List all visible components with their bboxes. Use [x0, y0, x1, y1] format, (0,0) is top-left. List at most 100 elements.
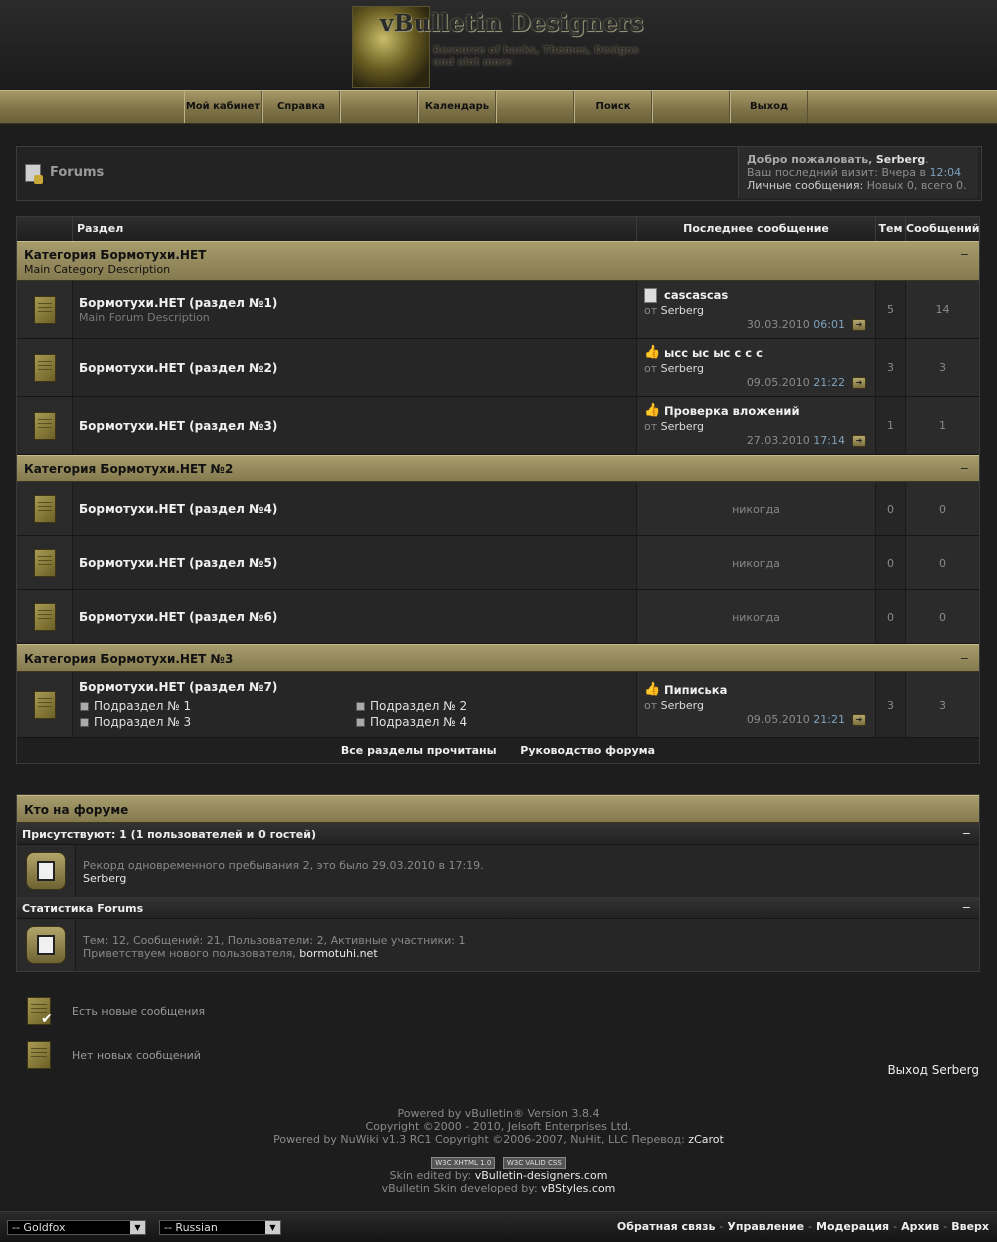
- admin-link[interactable]: Управление: [727, 1220, 804, 1233]
- subforum-link[interactable]: Подраздел № 4: [356, 715, 467, 729]
- post-count: 3: [939, 699, 946, 712]
- forum-status-icon: [34, 354, 56, 382]
- forum-title[interactable]: Бормотухи.НЕТ (раздел №4): [79, 502, 277, 516]
- category-header: Категория Бормотухи.НЕТ №3 −: [17, 644, 979, 672]
- online-user[interactable]: Serberg: [83, 872, 126, 885]
- nav-logout[interactable]: Выход: [730, 91, 808, 123]
- collapse-button[interactable]: −: [960, 248, 969, 261]
- header-threads: Тем: [876, 217, 906, 241]
- nav-my-account[interactable]: Мой кабинет: [184, 91, 262, 123]
- last-post-title[interactable]: ысс ыс ыс с с с: [664, 346, 763, 360]
- welcome-username[interactable]: Serberg: [876, 153, 925, 166]
- xhtml-badge[interactable]: W3C XHTML 1.0: [431, 1157, 496, 1169]
- forum-title[interactable]: Бормотухи.НЕТ (раздел №3): [79, 419, 277, 433]
- logout-link[interactable]: Выход Serberg: [887, 1063, 979, 1077]
- last-post-by-label: от: [644, 362, 658, 375]
- last-post-author[interactable]: Serberg: [661, 304, 704, 317]
- skin-edited: Skin edited by: vBulletin-designers.com: [389, 1169, 608, 1182]
- last-post-title[interactable]: Проверка вложений: [664, 404, 800, 418]
- nav-empty-1[interactable]: [340, 91, 418, 123]
- newest-user-label: Приветствуем нового пользователя,: [83, 947, 296, 960]
- category-description: Main Category Description: [24, 263, 171, 276]
- forum-title[interactable]: Бормотухи.НЕТ (раздел №7): [79, 680, 277, 694]
- go-to-last-post-icon[interactable]: ➜: [852, 714, 866, 726]
- forum-title[interactable]: Бормотухи.НЕТ (раздел №2): [79, 361, 277, 375]
- forum-row: Бормотухи.НЕТ (раздел №6) никогда 0 0: [17, 590, 979, 644]
- logo-title[interactable]: vBulletin Designers: [380, 10, 644, 37]
- collapse-button[interactable]: −: [962, 901, 971, 914]
- subforum-link[interactable]: Подраздел № 3: [80, 715, 191, 729]
- validation-badges: W3C XHTML 1.0 W3C VALID CSS: [0, 1155, 997, 1169]
- forum-row: Бормотухи.НЕТ (раздел №2) 👍 ысс ыс ыс с …: [17, 339, 979, 397]
- last-post-title[interactable]: cascascas: [664, 288, 728, 302]
- nav-calendar[interactable]: Календарь: [418, 91, 496, 123]
- forum-guidelines-link[interactable]: Руководство форума: [520, 744, 655, 757]
- thread-count: 3: [887, 699, 894, 712]
- nav-search[interactable]: Поиск: [574, 91, 652, 123]
- go-to-last-post-icon[interactable]: ➜: [852, 377, 866, 389]
- bottom-bar: -- Goldfox ▼ -- Russian ▼ Обратная связь - У…: [0, 1211, 997, 1242]
- last-post-never: никогда: [732, 611, 780, 624]
- last-visit-time: 12:04: [929, 166, 962, 179]
- last-post-title[interactable]: Пиписька: [664, 683, 727, 697]
- go-to-last-post-icon[interactable]: ➜: [852, 435, 866, 447]
- subforum-link[interactable]: Подраздел № 2: [356, 699, 467, 713]
- top-link[interactable]: Вверх: [951, 1220, 989, 1233]
- collapse-button[interactable]: −: [960, 652, 969, 665]
- last-visit-label: Ваш последний визит: Вчера в: [747, 166, 926, 179]
- last-post-author[interactable]: Serberg: [661, 420, 704, 433]
- stats-row: Тем: 12, Сообщений: 21, Пользователи: 2,…: [17, 919, 979, 971]
- collapse-button[interactable]: −: [962, 827, 971, 840]
- header-forum: Раздел: [73, 217, 637, 241]
- forum-row: Бормотухи.НЕТ (раздел №5) никогда 0 0: [17, 536, 979, 590]
- page-title[interactable]: Forums: [50, 165, 104, 180]
- forum-home-icon[interactable]: [25, 164, 43, 184]
- thread-count: 3: [887, 361, 894, 374]
- css-badge[interactable]: W3C VALID CSS: [502, 1157, 566, 1169]
- go-to-last-post-icon[interactable]: ➜: [852, 319, 866, 331]
- forum-title[interactable]: Бормотухи.НЕТ (раздел №1): [79, 296, 277, 310]
- category-title[interactable]: Категория Бормотухи.НЕТ: [24, 248, 206, 262]
- whos-online-title[interactable]: Кто на форуме: [24, 803, 128, 817]
- no-new-posts-icon: [27, 1041, 51, 1069]
- last-post-date: 27.03.2010: [746, 434, 810, 447]
- thumbs-up-icon: 👍: [644, 682, 661, 697]
- category-title[interactable]: Категория Бормотухи.НЕТ №2: [24, 462, 233, 476]
- chevron-down-icon: ▼: [130, 1221, 145, 1234]
- moderation-link[interactable]: Модерация: [816, 1220, 889, 1233]
- subforum-link[interactable]: Подраздел № 1: [80, 699, 191, 713]
- subforum-icon: [80, 702, 89, 711]
- mark-all-read-link[interactable]: Все разделы прочитаны: [341, 744, 497, 757]
- online-present-text[interactable]: Присутствуют: 1 (1 пользователей и 0 гос…: [22, 828, 316, 841]
- last-post-author[interactable]: Serberg: [661, 699, 704, 712]
- post-count: 0: [939, 503, 946, 516]
- last-post-author[interactable]: Serberg: [661, 362, 704, 375]
- language-select[interactable]: -- Russian ▼: [159, 1220, 281, 1235]
- contact-us-link[interactable]: Обратная связь: [617, 1220, 716, 1233]
- category-title[interactable]: Категория Бормотухи.НЕТ №3: [24, 652, 233, 666]
- nav-empty-2[interactable]: [496, 91, 574, 123]
- skin-dev-link[interactable]: vBStyles.com: [541, 1182, 615, 1195]
- newest-user-link[interactable]: bormotuhi.net: [299, 947, 377, 960]
- archive-link[interactable]: Архив: [901, 1220, 939, 1233]
- translator-link[interactable]: zCarot: [688, 1133, 724, 1146]
- style-select[interactable]: -- Goldfox ▼: [7, 1220, 146, 1235]
- whos-online-header: Кто на форуме: [17, 795, 979, 823]
- pm-link[interactable]: Личные сообщения:: [747, 179, 863, 192]
- thread-count: 5: [887, 303, 894, 316]
- nav-help[interactable]: Справка: [262, 91, 340, 123]
- forum-title[interactable]: Бормотухи.НЕТ (раздел №5): [79, 556, 277, 570]
- copyright: Copyright ©2000 - 2010, Jelsoft Enterpri…: [365, 1120, 632, 1133]
- forum-row: Бормотухи.НЕТ (раздел №3) 👍 Проверка вло…: [17, 397, 979, 455]
- collapse-button[interactable]: −: [960, 462, 969, 475]
- forum-table: Раздел Последнее сообщение Тем Сообщений…: [16, 216, 980, 764]
- whos-online-panel: Кто на форуме Присутствуют: 1 (1 пользов…: [16, 794, 980, 972]
- nuwiki-credit: Powered by NuWiki v1.3 RC1 Copyright ©20…: [273, 1133, 724, 1146]
- skin-edited-link[interactable]: vBulletin-designers.com: [475, 1169, 608, 1182]
- stats-title: Статистика Forums: [22, 902, 144, 915]
- forum-title[interactable]: Бормотухи.НЕТ (раздел №6): [79, 610, 277, 624]
- thread-count: 0: [887, 557, 894, 570]
- nav-empty-3[interactable]: [652, 91, 730, 123]
- forum-status-icon: [34, 603, 56, 631]
- last-post-by-label: от: [644, 420, 658, 433]
